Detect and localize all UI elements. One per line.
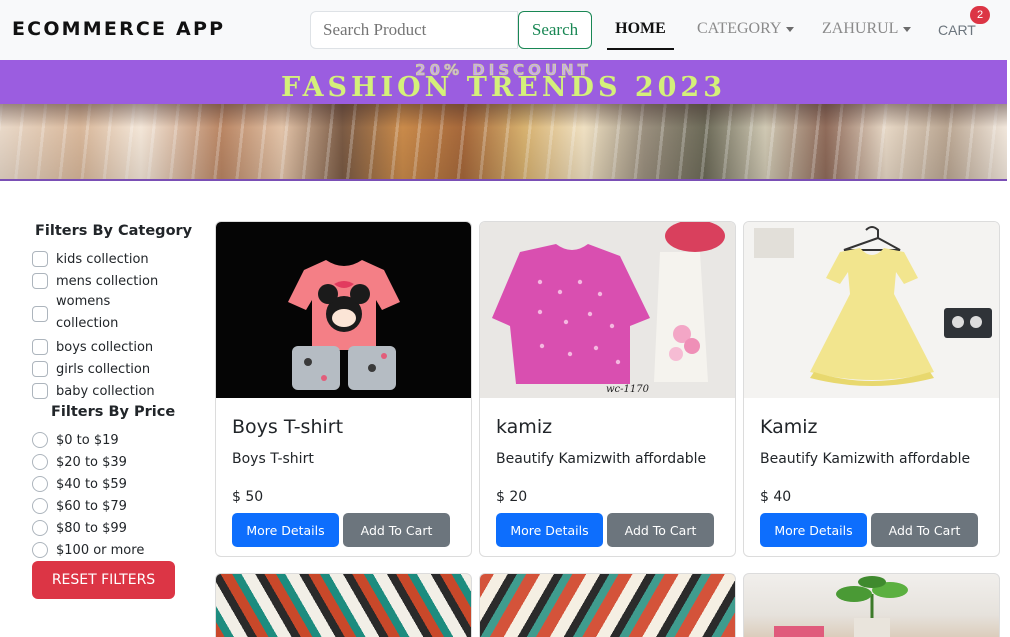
product-title: kamiz — [496, 416, 553, 438]
product-card: Boys T-shirt Boys T-shirt $ 50 More Deta… — [215, 221, 472, 557]
promo-banner: 20% DISCOUNT FASHION TRENDS 2023 — [0, 60, 1007, 181]
filter-label: boys collection — [56, 339, 154, 355]
product-image[interactable] — [744, 222, 999, 398]
nav-category-label: CATEGORY — [697, 20, 782, 37]
radio[interactable] — [32, 498, 48, 514]
product-title: Kamiz — [760, 416, 818, 438]
filter-boys[interactable]: boys collection — [32, 339, 153, 355]
filter-baby[interactable]: baby collection — [32, 383, 155, 399]
nav-user-dropdown[interactable]: ZAHURUL — [822, 20, 912, 38]
dress-image — [754, 226, 992, 386]
radio[interactable] — [32, 454, 48, 470]
product-card: wc-1170 kamiz Beautify Kamizwith afforda… — [479, 221, 736, 557]
nav-cart[interactable]: CART — [938, 22, 976, 38]
cart-count-badge: 2 — [970, 6, 990, 24]
filter-womens[interactable]: womens collection — [32, 294, 119, 335]
tshirt-image — [288, 260, 400, 390]
product-price: $ 20 — [496, 489, 528, 505]
radio[interactable] — [32, 542, 48, 558]
price-option[interactable]: $60 to $79 — [32, 498, 127, 514]
filter-label: baby collection — [56, 383, 155, 399]
filter-girls[interactable]: girls collection — [32, 361, 150, 377]
radio[interactable] — [32, 520, 48, 536]
price-label: $100 or more — [56, 542, 145, 558]
navbar: ECOMMERCE APP Search HOME CATEGORY ZAHUR… — [0, 0, 1010, 60]
product-card: Kamiz Beautify Kamizwith affordable $ 40… — [743, 221, 1000, 557]
price-label: $0 to $19 — [56, 432, 119, 448]
nav-user-label: ZAHURUL — [822, 20, 899, 37]
price-option[interactable]: $80 to $99 — [32, 520, 127, 536]
reset-filters-button[interactable]: RESET FILTERS — [32, 561, 175, 599]
banner-image-shade — [0, 104, 1007, 179]
product-card-partial[interactable] — [479, 573, 736, 637]
price-option[interactable]: $0 to $19 — [32, 432, 119, 448]
price-option[interactable]: $40 to $59 — [32, 476, 127, 492]
product-card-partial[interactable] — [743, 573, 1000, 637]
chevron-down-icon — [903, 26, 912, 32]
price-label: $40 to $59 — [56, 476, 127, 492]
nav-home[interactable]: HOME — [607, 18, 674, 50]
more-details-button[interactable]: More Details — [496, 513, 603, 547]
product-price: $ 40 — [760, 489, 792, 505]
kamiz-image: wc-1170 — [492, 222, 725, 395]
filter-label: girls collection — [56, 361, 151, 377]
product-description: Beautify Kamizwith affordable — [496, 451, 707, 467]
nav-category-dropdown[interactable]: CATEGORY — [697, 20, 795, 38]
product-price: $ 50 — [232, 489, 264, 505]
price-option[interactable]: $100 or more — [32, 542, 144, 558]
filter-label: womens — [56, 294, 111, 309]
more-details-button[interactable]: More Details — [760, 513, 867, 547]
nav-home-label: HOME — [615, 20, 666, 37]
add-to-cart-button[interactable]: Add To Cart — [607, 513, 714, 547]
price-option[interactable]: $20 to $39 — [32, 454, 127, 470]
checkbox[interactable] — [32, 361, 48, 377]
filter-label: collection — [56, 316, 119, 331]
banner-title: FASHION TRENDS 2023 — [280, 72, 727, 103]
product-description: Beautify Kamizwith affordable — [760, 451, 971, 467]
product-title: Boys T-shirt — [232, 416, 344, 438]
search-input[interactable] — [310, 11, 518, 49]
add-to-cart-button[interactable]: Add To Cart — [871, 513, 978, 547]
filter-label: mens collection — [56, 273, 159, 289]
plant-image — [774, 576, 908, 637]
product-image-caption: wc-1170 — [606, 384, 650, 395]
chevron-down-icon — [786, 26, 795, 32]
product-image[interactable]: wc-1170 — [480, 222, 735, 398]
price-label: $60 to $79 — [56, 498, 127, 514]
filter-kids[interactable]: kids collection — [32, 251, 149, 267]
search-button[interactable]: Search — [518, 11, 592, 49]
filter-label: kids collection — [56, 251, 149, 267]
checkbox[interactable] — [32, 306, 48, 322]
add-to-cart-button[interactable]: Add To Cart — [343, 513, 450, 547]
radio[interactable] — [32, 432, 48, 448]
product-description: Boys T-shirt — [232, 451, 314, 467]
product-image[interactable] — [216, 222, 471, 398]
price-label: $80 to $99 — [56, 520, 127, 536]
more-details-button[interactable]: More Details — [232, 513, 339, 547]
checkbox[interactable] — [32, 339, 48, 355]
checkbox[interactable] — [32, 251, 48, 267]
nav-cart-label: CART — [938, 22, 976, 38]
product-card-partial[interactable] — [215, 573, 472, 637]
checkbox[interactable] — [32, 273, 48, 289]
filters-price-title: Filters By Price — [51, 404, 176, 420]
filter-mens[interactable]: mens collection — [32, 273, 158, 289]
price-label: $20 to $39 — [56, 454, 127, 470]
checkbox[interactable] — [32, 383, 48, 399]
filters-category-title: Filters By Category — [35, 223, 193, 239]
brand-logo[interactable]: ECOMMERCE APP — [12, 18, 225, 40]
radio[interactable] — [32, 476, 48, 492]
